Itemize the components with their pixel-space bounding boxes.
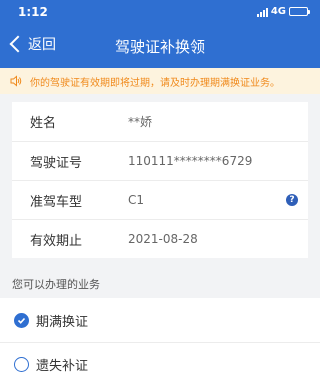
expiry-notice: 你的驾驶证有效期即将过期，请及时办理期满换证业务。 — [0, 68, 320, 94]
option-renewal[interactable]: 期满换证 — [0, 298, 320, 342]
status-indicators: 4G — [256, 6, 310, 17]
radio-unchecked-icon[interactable] — [14, 357, 29, 372]
network-label: 4G — [270, 6, 286, 17]
info-value: 110111********6729 — [128, 154, 253, 168]
option-lost-replacement[interactable]: 遗失补证 — [0, 342, 320, 386]
info-label: 姓名 — [30, 116, 57, 131]
info-value: C1 — [128, 193, 145, 207]
info-row-vehicle-class: 准驾车型 C1 ? — [12, 180, 308, 219]
option-label: 期满换证 — [36, 314, 89, 330]
signal-icon — [256, 7, 268, 17]
option-label: 遗失补证 — [36, 359, 89, 374]
info-row-name: 姓名 **娇 — [12, 102, 308, 141]
battery-icon — [289, 7, 310, 16]
nav-bar: 返回 驾驶证补换领 — [0, 24, 320, 68]
speaker-icon — [10, 75, 22, 87]
info-label: 准驾车型 — [30, 194, 83, 210]
notice-text: 你的驾驶证有效期即将过期，请及时办理期满换证业务。 — [30, 77, 280, 89]
page-title: 驾驶证补换领 — [114, 38, 205, 56]
info-label: 有效期止 — [30, 233, 83, 249]
help-icon[interactable]: ? — [286, 194, 298, 206]
info-value: 2021-08-28 — [128, 232, 198, 246]
service-options: 期满换证 遗失补证 — [0, 298, 320, 390]
info-row-expiry: 有效期止 2021-08-28 — [12, 219, 308, 258]
status-bar: 1:12 4G — [0, 0, 320, 24]
services-title: 您可以办理的业务 — [12, 278, 100, 291]
info-value: **娇 — [128, 115, 153, 129]
status-time: 1:12 — [18, 5, 48, 19]
license-info-card: 姓名 **娇 驾驶证号 110111********6729 准驾车型 C1 ?… — [12, 102, 308, 258]
info-label: 驾驶证号 — [30, 155, 83, 171]
info-row-license-number: 驾驶证号 110111********6729 — [12, 141, 308, 180]
radio-checked-icon[interactable] — [14, 312, 29, 328]
